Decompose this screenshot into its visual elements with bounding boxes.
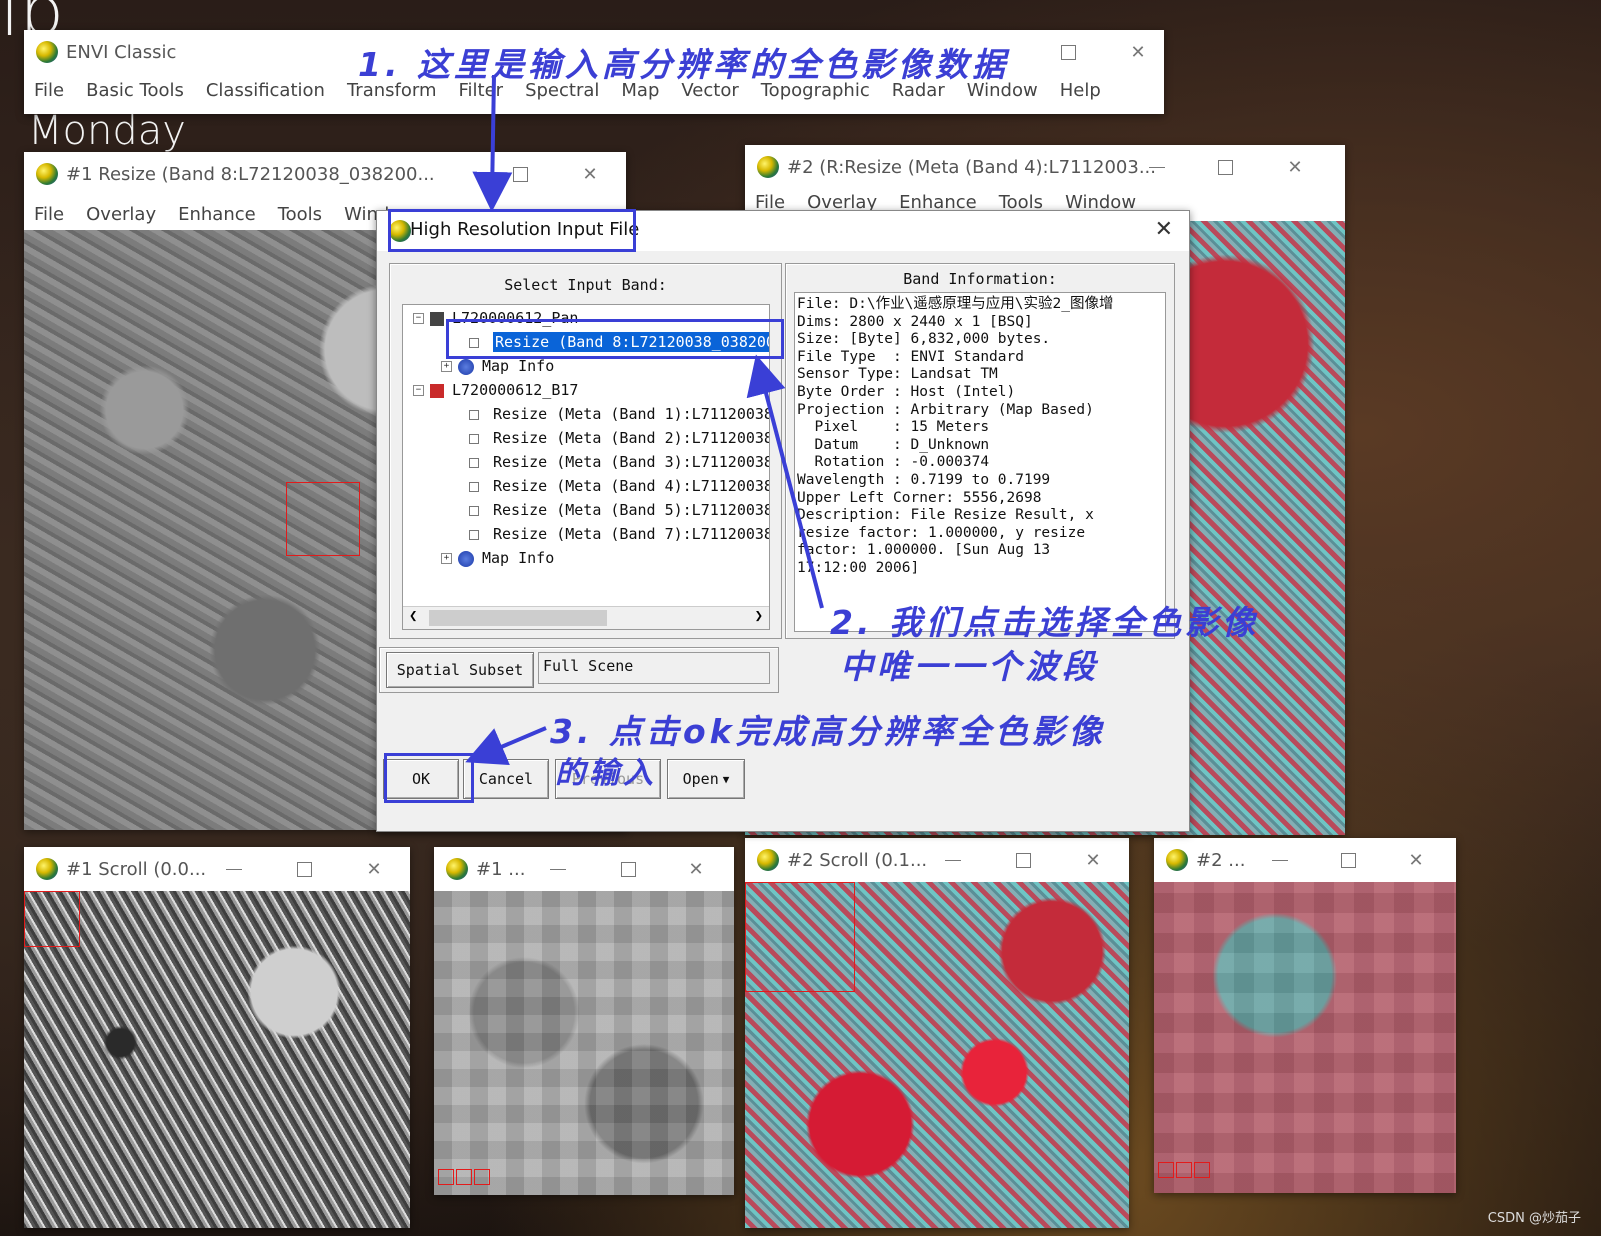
annotation-step2-line2: 中唯一一个波段	[840, 647, 1099, 686]
watermark: CSDN @炒茄子	[1487, 1211, 1581, 1226]
annotation-step2-line1: 2. 我们点击选择全色影像	[830, 603, 1259, 642]
annotation-step3-line1: 3. 点击ok完成高分辨率全色影像	[550, 712, 1106, 751]
annotation-step1: 1. 这里是输入高分辨率的全色影像数据	[358, 45, 1009, 84]
annotation-arrows	[465, 74, 824, 766]
arrow-step2	[746, 354, 824, 609]
arrow-step1	[472, 74, 513, 212]
arrow-step3	[465, 726, 547, 766]
annotation-step3-line2: 的输入	[555, 756, 657, 791]
